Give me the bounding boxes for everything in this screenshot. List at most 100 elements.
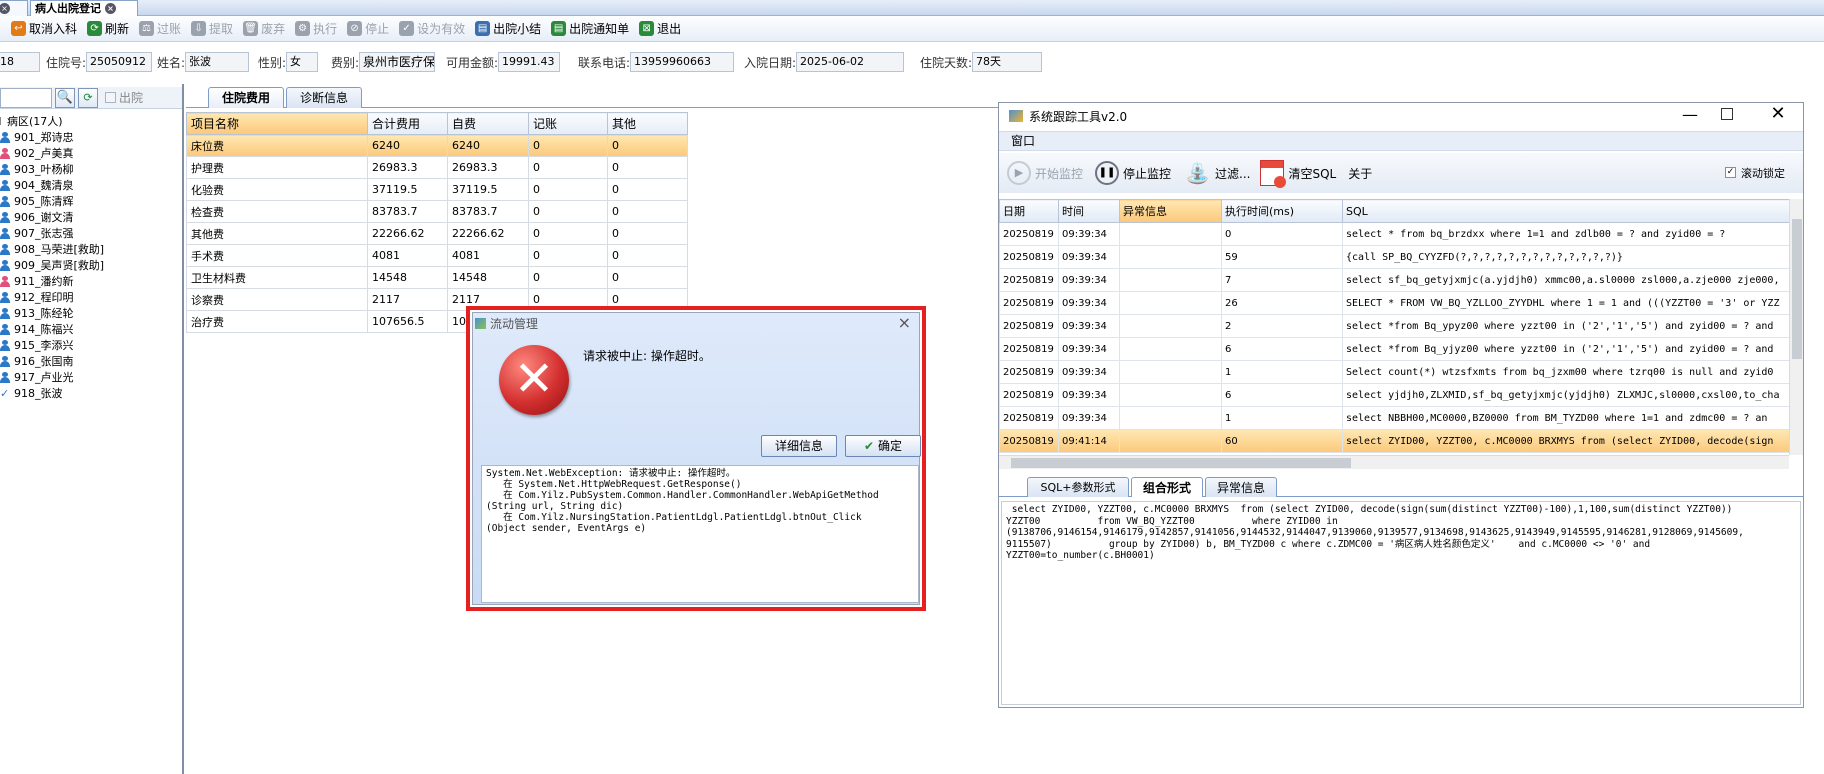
column-header[interactable]: SQL xyxy=(1342,199,1789,223)
window-close-icon[interactable]: ✕ xyxy=(1763,103,1793,124)
tab-exception-info[interactable]: 异常信息 xyxy=(1205,477,1277,497)
stay-days-field[interactable]: 78天 xyxy=(972,52,1043,72)
table-row[interactable]: 20250819 09:39:34 1 Select count(*) wtzsfx… xyxy=(999,360,1789,384)
patient-node[interactable]: 913_陈经轮 xyxy=(0,305,182,321)
bed-number-field[interactable]: 18 xyxy=(0,52,40,72)
table-row[interactable]: 化验费 37119.5 37119.5 0 0 xyxy=(186,178,688,201)
patient-node[interactable]: 907_张志强 xyxy=(0,225,182,241)
clear-sql-button[interactable]: 清空SQL xyxy=(1260,160,1336,188)
table-row[interactable]: 手术费 4081 4081 0 0 xyxy=(186,244,688,267)
table-row[interactable]: 20250819 09:39:34 6 select yjdjh0,ZLXMID,s… xyxy=(999,383,1789,407)
sql-text-area[interactable]: select ZYID00, YZZT00, c.MC0000 BRXMYS f… xyxy=(1001,501,1801,705)
tab-inpatient-fees[interactable]: 住院费用 xyxy=(208,87,284,108)
table-cell: 22266.62 xyxy=(367,222,448,245)
horizontal-scrollbar[interactable] xyxy=(999,455,1789,469)
table-row[interactable]: 20250819 09:39:34 26 SELECT * FROM VW_BQ_YZ… xyxy=(999,291,1789,315)
search-icon[interactable]: 🔍 xyxy=(55,87,75,108)
patient-search-input[interactable] xyxy=(0,87,52,108)
scrollbar-thumb[interactable] xyxy=(1792,219,1802,359)
tab-sql-params[interactable]: SQL+参数形式 xyxy=(1027,477,1129,497)
toolbar-button[interactable]: ⇩ 提取 xyxy=(186,18,238,40)
toolbar-button[interactable]: ⊘ 停止 xyxy=(342,18,394,40)
column-header[interactable]: 异常信息 xyxy=(1119,199,1222,223)
toolbar-button[interactable]: ⟳ 刷新 xyxy=(82,18,134,40)
patient-node[interactable]: 905_陈清辉 xyxy=(0,193,182,209)
table-row[interactable]: 20250819 09:39:34 59 {call SP_BQ_CYYZFD(?,?… xyxy=(999,245,1789,269)
table-row[interactable]: 20250819 09:39:34 1 select NBBH00,MC0000,B… xyxy=(999,406,1789,430)
table-row[interactable]: 其他费 22266.62 22266.62 0 0 xyxy=(186,222,688,245)
phone-field[interactable]: 13959960663 xyxy=(630,52,735,72)
close-icon[interactable]: × xyxy=(0,3,10,14)
table-row[interactable]: 卫生材料费 14548 14548 0 0 xyxy=(186,266,688,289)
table-row[interactable]: 床位费 6240 6240 0 0 xyxy=(186,134,688,157)
patient-node[interactable]: 901_郑诗忠 xyxy=(0,129,182,145)
toolbar-button[interactable]: ✓ 设为有效 xyxy=(394,18,470,40)
toolbar-button[interactable]: ▤ 出院小结 xyxy=(470,18,546,40)
table-row[interactable]: 检查费 83783.7 83783.7 0 0 xyxy=(186,200,688,223)
fee-type-field[interactable]: 泉州市医疗保 xyxy=(359,52,436,72)
tab-discharge-registration[interactable]: 病人出院登记 × xyxy=(30,0,138,16)
column-header[interactable]: 执行时间(ms) xyxy=(1221,199,1343,223)
patient-node[interactable]: 912_程印明 xyxy=(0,289,182,305)
column-header[interactable]: 自费 xyxy=(447,112,529,135)
name-field[interactable]: 张波 xyxy=(185,52,250,72)
column-header[interactable]: 其他 xyxy=(607,112,688,135)
table-row[interactable]: 20250819 09:39:34 7 select sf_bq_getyjxmjc… xyxy=(999,268,1789,292)
table-row[interactable]: 20250819 09:39:34 2 select *from Bq_ypyz00… xyxy=(999,314,1789,338)
column-header[interactable]: 记账 xyxy=(528,112,608,135)
minimize-icon[interactable]: — xyxy=(1675,105,1705,124)
scrollbar-thumb[interactable] xyxy=(1011,458,1351,468)
tab-diagnosis-info[interactable]: 诊断信息 xyxy=(286,87,362,108)
details-button[interactable]: 详细信息 xyxy=(761,435,837,457)
exception-details-text[interactable]: System.Net.WebException: 请求被中止: 操作超时。 在 … xyxy=(481,465,919,603)
discharge-checkbox[interactable] xyxy=(105,92,116,103)
table-cell xyxy=(1119,429,1222,453)
patient-node[interactable]: 916_张国南 xyxy=(0,353,182,369)
stop-monitor-button[interactable]: ❚❚ 停止监控 xyxy=(1095,161,1171,185)
refresh-list-icon[interactable]: ⟳ xyxy=(78,87,98,108)
dialog-close-icon[interactable]: × xyxy=(898,313,911,332)
tab-previous[interactable]: × xyxy=(0,0,28,16)
close-icon[interactable]: × xyxy=(105,3,116,14)
sex-label: 性别: xyxy=(258,55,287,70)
patient-node[interactable]: 915_李添兴 xyxy=(0,337,182,353)
patient-node[interactable]: 903_叶杨柳 xyxy=(0,161,182,177)
scroll-lock-checkbox[interactable]: ✓ xyxy=(1725,167,1736,178)
patient-node[interactable]: 902_卢美真 xyxy=(0,145,182,161)
column-header[interactable]: 日期 xyxy=(999,199,1059,223)
tab-combined[interactable]: 组合形式 xyxy=(1131,477,1203,497)
column-header[interactable]: 项目名称 xyxy=(186,112,368,135)
maximize-icon[interactable] xyxy=(1721,108,1733,120)
admission-no-field[interactable]: 25050912 xyxy=(86,52,153,72)
sex-field[interactable]: 女 xyxy=(286,52,319,72)
table-row[interactable]: 20250819 09:41:14 60 select ZYID00, YZZT00… xyxy=(999,429,1789,453)
table-row[interactable]: 20250819 09:39:34 6 select *from Bq_yjyz00… xyxy=(999,337,1789,361)
patient-node[interactable]: 914_陈福兴 xyxy=(0,321,182,337)
toolbar-button[interactable]: ▤ 出院通知单 xyxy=(546,18,634,40)
patient-node[interactable]: 908_马荣进[救助] xyxy=(0,241,182,257)
toolbar-button[interactable]: ⚖ 过账 xyxy=(134,18,186,40)
admit-date-field[interactable]: 2025-06-02 xyxy=(796,52,905,72)
toolbar-button[interactable]: ⚙ 执行 xyxy=(290,18,342,40)
available-amount-field[interactable]: 19991.43 xyxy=(498,52,561,72)
vertical-scrollbar[interactable] xyxy=(1789,199,1803,455)
table-row[interactable]: 护理费 26983.3 26983.3 0 0 xyxy=(186,156,688,179)
ward-node[interactable]: 病区(17人) xyxy=(0,113,182,129)
toolbar-button[interactable]: 🗑 废弃 xyxy=(238,18,290,40)
toolbar-button[interactable]: ⊠ 退出 xyxy=(634,18,686,40)
column-header[interactable]: 合计费用 xyxy=(367,112,448,135)
patient-node[interactable]: ✓ 918_张波 xyxy=(0,385,182,401)
about-button[interactable]: 关于 xyxy=(1348,165,1372,182)
table-row[interactable]: 20250819 09:39:34 0 select * from bq_brzdx… xyxy=(999,222,1789,246)
start-monitor-button[interactable]: ▶ 开始监控 xyxy=(1007,161,1083,185)
patient-node[interactable]: 911_潘约新 xyxy=(0,273,182,289)
menu-window[interactable]: 窗口 xyxy=(1011,134,1035,148)
ok-button[interactable]: ✔ 确定 xyxy=(845,435,921,457)
toolbar-button[interactable]: ↩ 取消入科 xyxy=(6,18,82,40)
patient-node[interactable]: 904_魏清泉 xyxy=(0,177,182,193)
filter-button[interactable]: ⛲ 过滤... xyxy=(1185,160,1250,186)
patient-node[interactable]: 909_吴声贤[救助] xyxy=(0,257,182,273)
column-header[interactable]: 时间 xyxy=(1058,199,1120,223)
patient-node[interactable]: 917_卢业光 xyxy=(0,369,182,385)
patient-node[interactable]: 906_谢文清 xyxy=(0,209,182,225)
